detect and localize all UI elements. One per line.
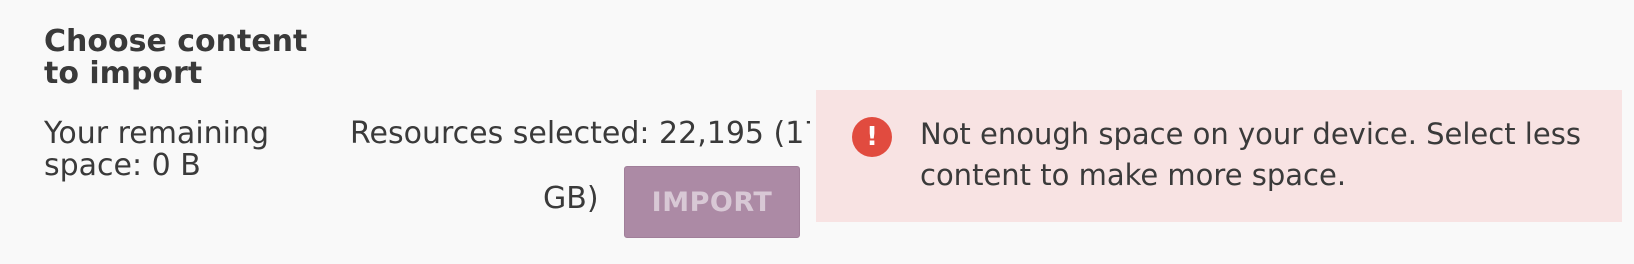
alert-message: Not enough space on your device. Select … bbox=[920, 117, 1581, 192]
error-icon: ! bbox=[852, 117, 892, 157]
resources-selected-label: Resources selected: 22,195 (17 bbox=[350, 116, 810, 151]
remaining-space-label: Your remaining space: 0 B bbox=[44, 116, 270, 183]
resources-selected-label-tail: GB) bbox=[543, 181, 599, 216]
insufficient-space-alert: ! Not enough space on your device. Selec… bbox=[816, 90, 1622, 222]
page-title: Choose content to import bbox=[44, 24, 308, 91]
import-button[interactable]: IMPORT bbox=[624, 166, 800, 238]
